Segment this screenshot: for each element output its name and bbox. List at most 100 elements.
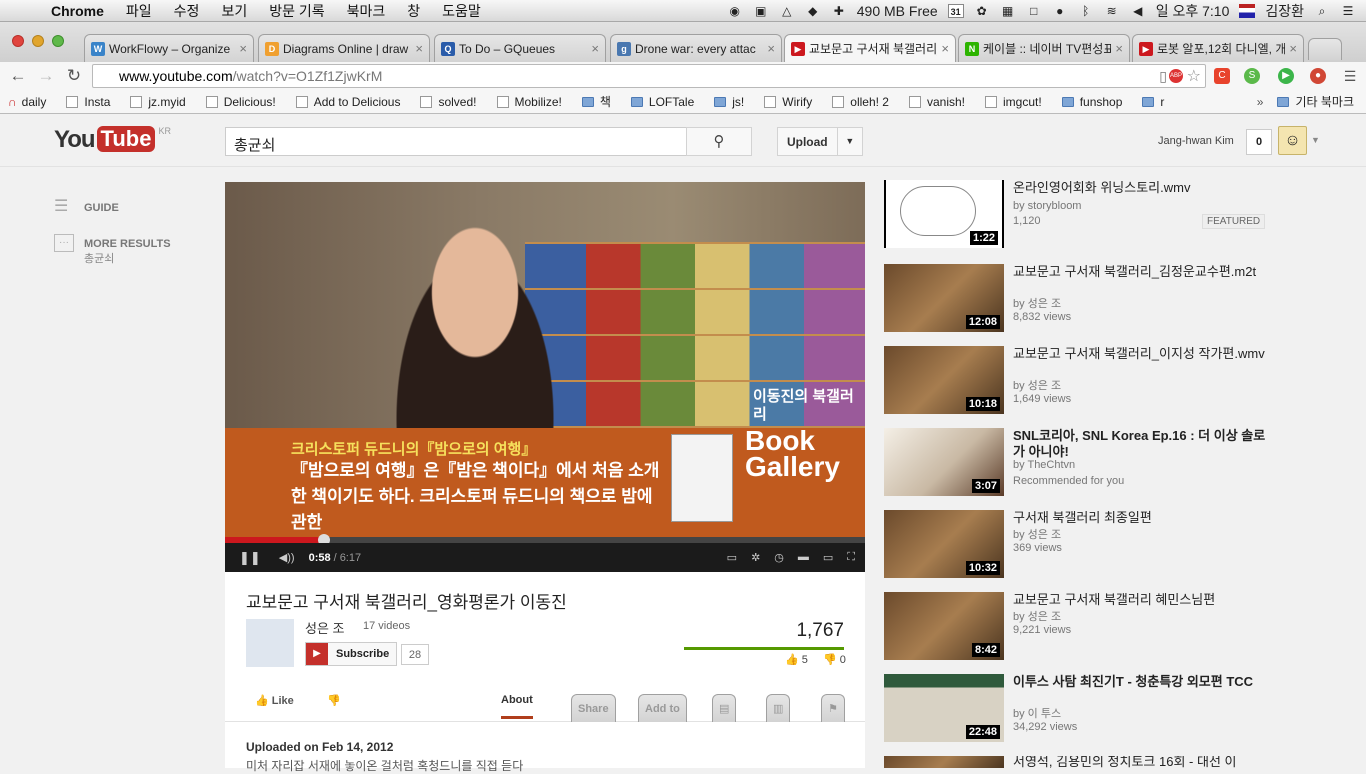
video-uploader[interactable]: by 이 투스 xyxy=(1013,705,1061,721)
bookmark-folder[interactable]: 책 xyxy=(581,93,611,110)
bookmark-item[interactable]: vanish! xyxy=(908,95,965,109)
video-title[interactable]: 서영석, 김용민의 정치토크 16회 - 대선 이 xyxy=(1013,756,1275,768)
extension-evernote-icon[interactable]: S xyxy=(1244,68,1260,84)
related-video-item[interactable]: 1:22 온라인영어회화 위닝스토리.wmv by storybloom 1,1… xyxy=(884,180,1284,250)
video-title[interactable]: 교보문고 구서재 북갤러리_이지성 작가편.wmv xyxy=(1013,346,1275,362)
youtube-logo[interactable]: You Tube KR xyxy=(54,126,171,154)
video-frame[interactable]: 크리스토퍼 듀드니의『밤으로의 여행』 『밤으로의 여행』은『밤은 책이다』에서… xyxy=(225,182,865,537)
more-results-link[interactable]: ··· MORE RESULTS 총균쇠 xyxy=(54,234,171,266)
square-icon[interactable]: □ xyxy=(1026,4,1042,18)
flag-icon[interactable] xyxy=(1239,3,1256,18)
video-thumbnail[interactable] xyxy=(884,756,1004,768)
video-uploader[interactable]: by 성은 조 xyxy=(1013,526,1061,542)
transcript-icon[interactable]: ▤ xyxy=(712,694,737,722)
video-uploader[interactable]: by 성은 조 xyxy=(1013,377,1061,393)
bookmark-item[interactable]: solved! xyxy=(420,95,477,109)
bookmark-item[interactable]: Insta xyxy=(66,95,110,109)
browser-tab[interactable]: g Drone war: every attac × xyxy=(610,34,782,62)
other-bookmarks[interactable]: » 기타 북마크 xyxy=(1257,93,1354,110)
tab-add-to[interactable]: Add to xyxy=(638,694,687,722)
extension-c-icon[interactable]: C xyxy=(1214,68,1230,84)
menu-help[interactable]: 도움말 xyxy=(431,1,492,21)
tab-about[interactable]: About xyxy=(501,694,533,719)
pause-icon[interactable]: ❚❚ xyxy=(239,550,261,566)
chevron-down-icon[interactable]: ▼ xyxy=(836,128,862,155)
video-thumbnail[interactable]: 3:07 xyxy=(884,428,1004,496)
tab-close-icon[interactable]: × xyxy=(941,41,949,56)
notification-list-icon[interactable]: ☰ xyxy=(1340,4,1356,18)
small-player-icon[interactable]: ▬ xyxy=(798,551,809,564)
bookmark-item[interactable]: ∩ daily xyxy=(8,95,46,109)
search-button[interactable]: ⚲ xyxy=(686,127,752,156)
subscribe-button[interactable]: ▶ Subscribe xyxy=(305,642,397,666)
tab-close-icon[interactable]: × xyxy=(415,41,423,56)
status-drive-icon[interactable]: △ xyxy=(779,4,795,18)
video-thumbnail[interactable]: 1:22 xyxy=(884,180,1004,248)
captions-icon[interactable]: ▭ xyxy=(727,551,737,564)
bookmark-item[interactable]: olleh! 2 xyxy=(832,95,889,109)
zoom-window-icon[interactable] xyxy=(52,35,64,47)
menu-app-chrome[interactable]: Chrome xyxy=(40,3,115,19)
browser-tab[interactable]: W WorkFlowy – Organize × xyxy=(84,34,254,62)
back-icon[interactable]: ← xyxy=(4,66,32,86)
statistics-icon[interactable]: ▥ xyxy=(766,694,791,722)
video-uploader[interactable]: by 성은 조 xyxy=(1013,608,1061,624)
clock[interactable]: 일 오후 7:10 xyxy=(1156,1,1230,21)
close-window-icon[interactable] xyxy=(12,35,24,47)
avatar[interactable]: ☺ xyxy=(1278,126,1307,155)
extension-play-icon[interactable]: ▶ xyxy=(1278,68,1294,84)
bookmark-folder[interactable]: LOFTale xyxy=(630,95,694,109)
status-monitor-icon[interactable]: ▣ xyxy=(753,4,769,18)
browser-tab[interactable]: ▶ 로봇 알포,12회 다니엘, 개 × xyxy=(1132,34,1304,62)
channel-name[interactable]: 성은 조 xyxy=(305,618,345,637)
tab-close-icon[interactable]: × xyxy=(239,41,247,56)
channel-video-count[interactable]: 17 videos xyxy=(363,620,410,632)
menu-bookmarks[interactable]: 북마크 xyxy=(336,1,397,21)
fullscreen-icon[interactable]: ⛶ xyxy=(847,551,855,564)
page-action-icon[interactable]: ▯ xyxy=(1159,68,1167,85)
dislike-button[interactable]: 👎 xyxy=(327,694,341,707)
status-dropbox-icon[interactable]: ◆ xyxy=(805,4,821,18)
minimize-window-icon[interactable] xyxy=(32,35,44,47)
related-video-item[interactable]: 10:32 구서재 북갤러리 최종일편 by 성은 조 369 views xyxy=(884,510,1284,580)
video-thumbnail[interactable]: 12:08 xyxy=(884,264,1004,332)
wifi-icon[interactable]: ≋ xyxy=(1104,4,1120,18)
adblock-icon[interactable]: ABP xyxy=(1169,69,1183,83)
related-video-item[interactable]: 22:48 이투스 사탐 최진기T - 청춘특강 외모편 TCC by 이 투스… xyxy=(884,674,1284,744)
tab-close-icon[interactable]: × xyxy=(1289,41,1297,56)
overflow-chevron-icon[interactable]: » xyxy=(1257,95,1264,109)
browser-menu-icon[interactable]: ☰ xyxy=(1342,68,1358,84)
bookmark-item[interactable]: Wirify xyxy=(764,95,812,109)
settings-gear-icon[interactable]: ✲ xyxy=(751,551,760,564)
account-chevron-icon[interactable]: ▼ xyxy=(1311,135,1320,145)
menu-file[interactable]: 파일 xyxy=(115,1,163,21)
video-title[interactable]: 교보문고 구서재 북갤러리 혜민스님편 xyxy=(1013,592,1275,608)
status-plus-icon[interactable]: ✚ xyxy=(831,4,847,18)
video-title[interactable]: 온라인영어회화 위닝스토리.wmv xyxy=(1013,180,1275,196)
bookmark-star-icon[interactable]: ☆ xyxy=(1187,66,1201,86)
menu-view[interactable]: 보기 xyxy=(210,1,258,21)
volume-icon[interactable]: ◀)) xyxy=(279,551,295,564)
hat-icon[interactable]: ● xyxy=(1052,4,1068,18)
tab-close-icon[interactable]: × xyxy=(1115,41,1123,56)
video-title[interactable]: 교보문고 구서재 북갤러리_김정운교수편.m2t xyxy=(1013,264,1275,280)
video-uploader[interactable]: by 성은 조 xyxy=(1013,295,1061,311)
video-uploader[interactable]: by TheChtvn xyxy=(1013,459,1075,471)
account-name[interactable]: Jang-hwan Kim xyxy=(1158,135,1234,147)
search-input[interactable]: 총균쇠 xyxy=(225,127,687,156)
like-button[interactable]: 👍 Like xyxy=(255,694,294,707)
bookmark-item[interactable]: Delicious! xyxy=(205,95,276,109)
video-title[interactable]: 구서재 북갤러리 최종일편 xyxy=(1013,510,1275,526)
video-uploader[interactable]: by storybloom xyxy=(1013,200,1081,212)
channel-avatar[interactable] xyxy=(246,619,294,667)
memory-free-status[interactable]: 490 MB Free xyxy=(857,3,938,19)
related-video-item[interactable]: 10:18 교보문고 구서재 북갤러리_이지성 작가편.wmv by 성은 조 … xyxy=(884,346,1284,416)
large-player-icon[interactable]: ▭ xyxy=(823,551,833,564)
volume-icon[interactable]: ◀ xyxy=(1130,4,1146,18)
bookmark-folder[interactable]: funshop xyxy=(1061,95,1122,109)
status-owl-icon[interactable]: ◉ xyxy=(727,4,743,18)
bookmark-folder[interactable]: js! xyxy=(714,95,744,109)
notification-count[interactable]: 0 xyxy=(1246,129,1272,155)
evernote-icon[interactable]: ▦ xyxy=(1000,4,1016,18)
extension-timer-icon[interactable]: ● xyxy=(1310,68,1326,84)
